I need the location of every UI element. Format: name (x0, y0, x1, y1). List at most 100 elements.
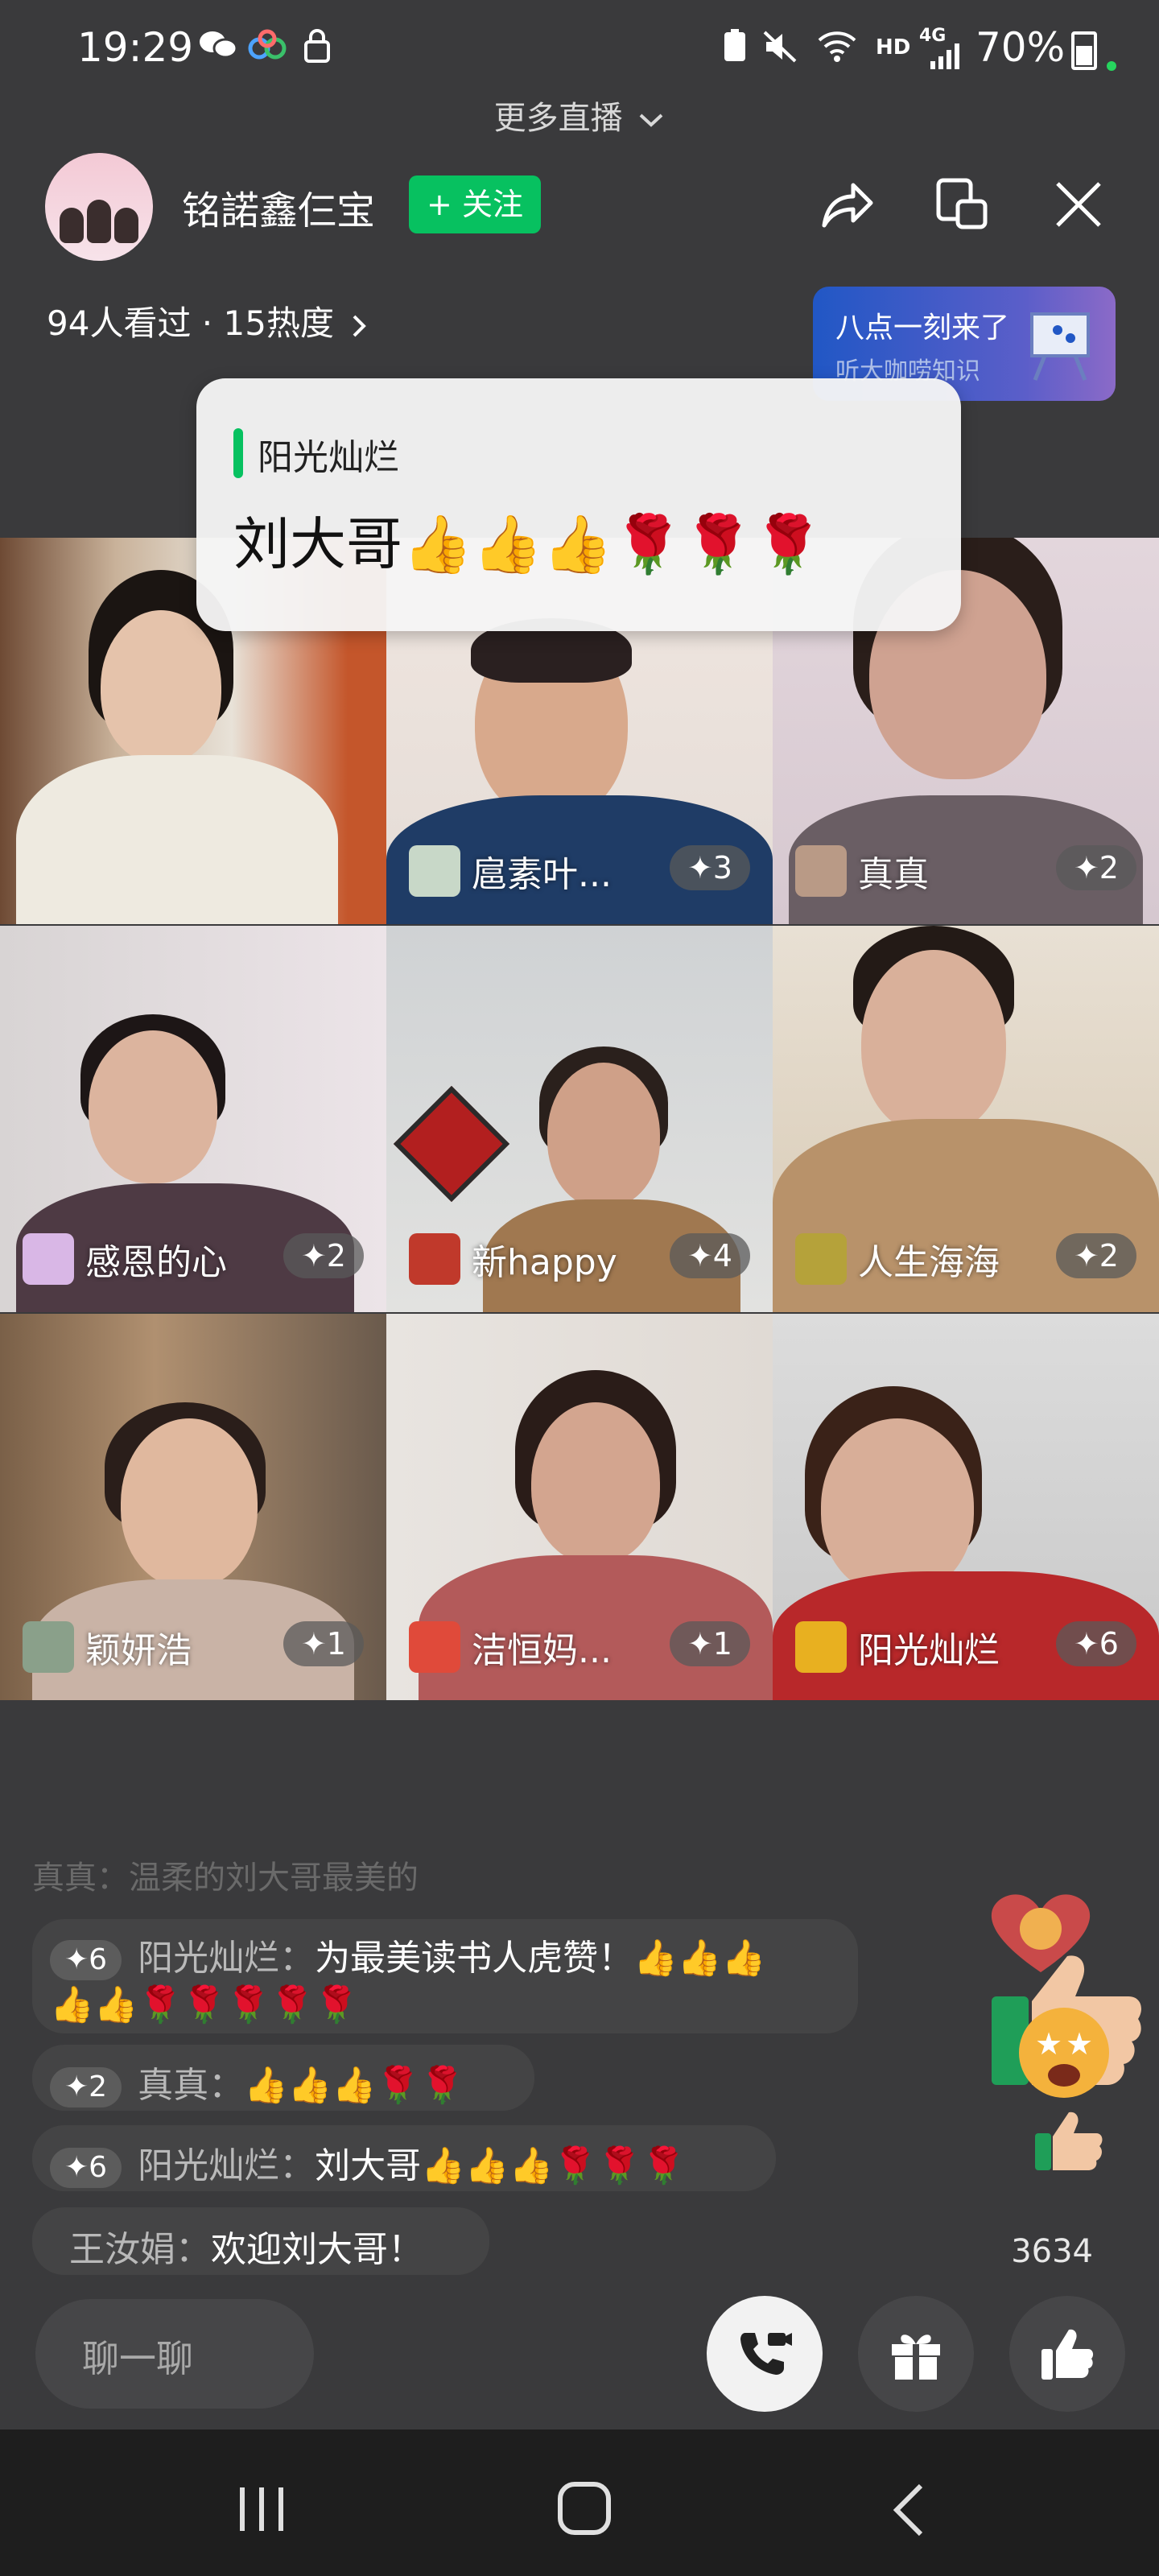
participant-count-badge: ✦1 (283, 1621, 364, 1666)
comment-item[interactable]: ✦2 真真：👍👍👍🌹🌹 (32, 2045, 534, 2111)
thumbs-up-small-icon (1032, 2109, 1104, 2177)
participant-name: 新happy (472, 1242, 617, 1283)
participant-avatar (409, 1621, 460, 1673)
svg-text:★: ★ (1066, 2026, 1093, 2062)
star-eyes-emoji-icon: ★ ★ (1016, 2004, 1112, 2104)
thumbs-up-icon (1041, 2329, 1094, 2380)
participant-count-badge: ✦1 (669, 1621, 750, 1666)
comment-author: 阳光灿烂： (138, 2145, 316, 2186)
comment-item[interactable]: ✦6 阳光灿烂：为最美读书人虎赞！👍👍👍 👍👍🌹🌹🌹🌹🌹 (32, 1919, 858, 2033)
comment-text: 欢迎刘大哥！ (211, 2229, 423, 2270)
participant-label: 真真 (795, 844, 929, 898)
like-button[interactable] (1009, 2296, 1125, 2412)
video-tile[interactable]: 人生海海 ✦2 (773, 926, 1159, 1312)
participant-count-badge: ✦4 (669, 1233, 750, 1278)
participant-label: 新happy (409, 1232, 617, 1286)
person-face (101, 610, 221, 763)
comment-text: 刘大哥👍👍👍🌹🌹🌹 (315, 2145, 686, 2186)
battery-percent: 70% (975, 24, 1117, 71)
participant-avatar (795, 845, 847, 897)
chat-input[interactable]: 聊一聊 (35, 2299, 314, 2409)
host-name[interactable]: 铭諾鑫仨宝 (182, 179, 375, 235)
participant-count-badge: ✦3 (669, 845, 750, 890)
video-tile[interactable]: 感恩的心 ✦2 (0, 926, 386, 1312)
comment-author: 真真： (138, 2065, 245, 2106)
participant-name: 扈素叶... (472, 854, 612, 895)
phone-video-icon (740, 2333, 792, 2375)
link-icon (246, 29, 288, 64)
participant-avatar (409, 845, 460, 897)
participant-label: 感恩的心 (23, 1232, 227, 1286)
participant-avatar (23, 1621, 74, 1673)
video-call-button[interactable] (707, 2296, 823, 2412)
host-avatar[interactable] (45, 153, 153, 261)
chevron-down-icon (640, 114, 663, 127)
faded-comment: 真真：温柔的刘大哥最美的 (32, 1860, 419, 1897)
wechat-icon (198, 29, 238, 64)
chat-placeholder: 聊一聊 (82, 2337, 193, 2380)
participant-label: 阳光灿烂 (795, 1620, 1000, 1674)
participant-avatar (23, 1233, 74, 1285)
participant-count-badge: ✦6 (1055, 1621, 1136, 1666)
fan-badge: ✦6 (50, 2148, 122, 2188)
comment-text-line2: 👍👍🌹🌹🌹🌹🌹 (50, 1984, 359, 2025)
float-window-icon[interactable] (930, 172, 995, 237)
mute-icon (761, 29, 798, 68)
participant-avatar (409, 1233, 460, 1285)
recent-apps-icon[interactable] (233, 2481, 290, 2541)
back-icon[interactable] (885, 2479, 934, 2544)
participant-count-badge: ✦2 (283, 1233, 364, 1278)
battery-text: 70% (975, 24, 1066, 71)
network-hd-label: HD (876, 35, 911, 60)
status-bar: 19:29 HD 4G 70% (0, 0, 1159, 97)
participant-count-badge: ✦2 (1055, 845, 1136, 890)
gift-button[interactable] (858, 2296, 974, 2412)
more-live-label: 更多直播 (493, 100, 623, 137)
comment-item[interactable]: ✦6 阳光灿烂：刘大哥👍👍👍🌹🌹🌹 (32, 2125, 776, 2191)
participant-label: 洁恒妈... (409, 1620, 612, 1674)
comment-author: 王汝娟： (69, 2229, 211, 2270)
follow-button[interactable]: + 关注 (409, 175, 541, 233)
system-nav-bar (0, 2429, 1159, 2576)
participant-name: 人生海海 (858, 1242, 1000, 1283)
person-face (547, 1063, 660, 1208)
video-tile[interactable]: 洁恒妈... ✦1 (386, 1314, 773, 1700)
participant-name: 阳光灿烂 (858, 1630, 1000, 1671)
status-time: 19:29 (77, 24, 194, 71)
signal-icon (926, 40, 964, 72)
person-face (821, 1418, 974, 1596)
lock-icon (303, 27, 332, 66)
participant-avatar (795, 1233, 847, 1285)
avatar-figure (87, 200, 111, 243)
participant-avatar (795, 1621, 847, 1673)
featured-comment-popup: 阳光灿烂 刘大哥👍👍👍🌹🌹🌹 (196, 378, 961, 631)
viewers-stats[interactable]: 94人看过 · 15热度 (47, 296, 369, 345)
video-grid: 扈素叶... ✦3 真真 ✦2 感恩的心 ✦2 新happy ✦4 人生海海 ✦… (0, 538, 1159, 1700)
video-tile[interactable]: 新happy ✦4 (386, 926, 773, 1312)
share-icon[interactable] (813, 172, 877, 237)
more-live-dropdown[interactable]: 更多直播 (0, 92, 1159, 138)
comment-author: 阳光灿烂： (138, 1938, 316, 1979)
comment-text: 为最美读书人虎赞！👍👍👍 (315, 1938, 766, 1979)
viewers-text: 94人看过 · 15热度 (47, 303, 334, 343)
fan-badge: ✦2 (50, 2067, 122, 2107)
popup-sender: 阳光灿烂 (258, 437, 399, 478)
comment-item[interactable]: 王汝娟：欢迎刘大哥！ (32, 2207, 489, 2275)
participant-name: 颖妍浩 (85, 1630, 192, 1671)
likes-count: 3634 (1011, 2233, 1093, 2270)
avatar-figure (60, 208, 84, 243)
person-face (89, 1030, 217, 1183)
video-tile[interactable]: 阳光灿烂 ✦6 (773, 1314, 1159, 1700)
comment-text: 👍👍👍🌹🌹 (244, 2065, 465, 2106)
privacy-dot (1107, 61, 1117, 71)
participant-label: 人生海海 (795, 1232, 1000, 1286)
participant-name: 真真 (858, 854, 929, 895)
home-icon[interactable] (554, 2478, 615, 2542)
close-icon[interactable] (1046, 172, 1111, 237)
video-tile[interactable]: 颖妍浩 ✦1 (0, 1314, 386, 1700)
person-body (16, 755, 338, 924)
participant-label: 扈素叶... (409, 844, 612, 898)
wifi-icon (816, 27, 858, 66)
gift-icon (892, 2334, 940, 2380)
battery-saver-icon (721, 27, 749, 66)
